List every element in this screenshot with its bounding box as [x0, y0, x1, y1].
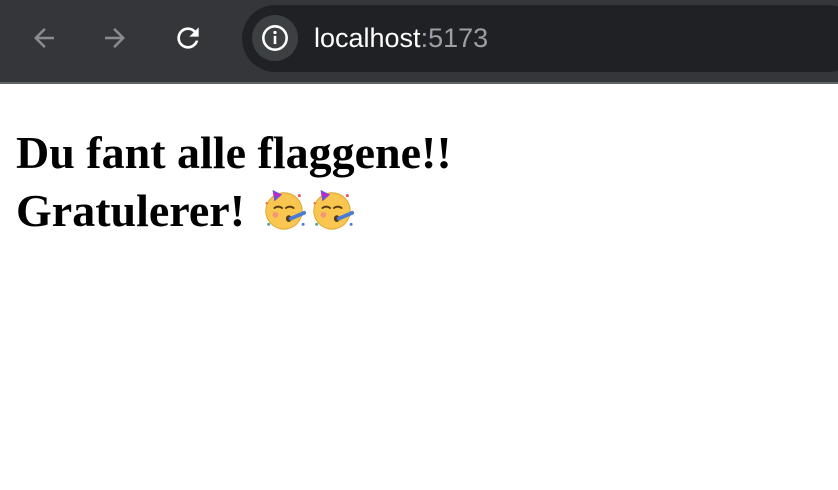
site-info-button[interactable] — [252, 15, 298, 61]
arrow-left-icon — [34, 28, 54, 48]
page-content: Du fant alle flaggene!! Gratulerer! — [16, 124, 816, 246]
info-icon — [262, 25, 288, 51]
forward-button[interactable] — [97, 20, 133, 56]
arrow-right-icon — [105, 28, 125, 48]
url-port: :5173 — [420, 23, 489, 53]
url-text[interactable]: localhost:5173 — [314, 21, 488, 55]
back-button[interactable] — [26, 20, 62, 56]
browser-toolbar: localhost:5173 — [0, 0, 838, 84]
emoji-group — [261, 186, 357, 246]
heading-line-1: Du fant alle flaggene!! — [16, 127, 452, 178]
partying-face-icon — [312, 189, 354, 230]
url-host: localhost — [314, 23, 421, 53]
reload-icon — [177, 27, 199, 49]
heading-line-2: Gratulerer! — [16, 185, 246, 236]
reload-button[interactable] — [170, 20, 206, 56]
partying-face-icon — [264, 189, 306, 230]
congrats-heading: Du fant alle flaggene!! Gratulerer! — [16, 124, 816, 246]
